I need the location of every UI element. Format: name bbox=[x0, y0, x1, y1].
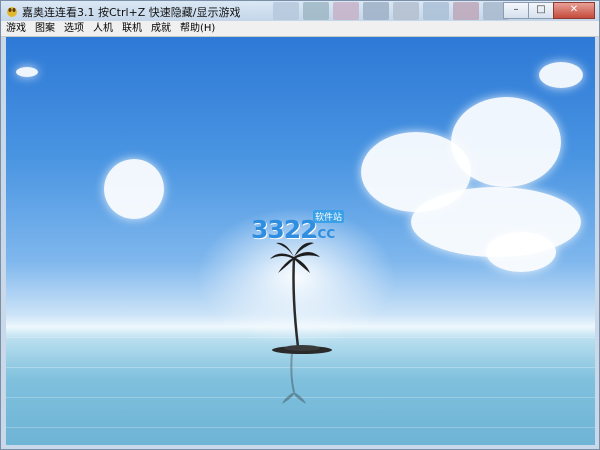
menu-options[interactable]: 选项 bbox=[59, 21, 88, 36]
menu-achievements[interactable]: 成就 bbox=[146, 21, 175, 36]
menu-bar: 游戏 图案 选项 人机 联机 成就 帮助(H) bbox=[1, 21, 599, 37]
title-thumbnails bbox=[273, 1, 509, 21]
logo-domain: .CC bbox=[313, 227, 336, 241]
thumbnail bbox=[393, 2, 419, 20]
maximize-icon: □ bbox=[536, 4, 546, 15]
palm-reflection bbox=[282, 352, 306, 404]
game-background[interactable]: 3322 软件站 .CC bbox=[6, 37, 595, 445]
maximize-button[interactable]: □ bbox=[528, 2, 554, 19]
thumbnail bbox=[453, 2, 479, 20]
cloud bbox=[16, 67, 38, 77]
palm-tree-icon bbox=[270, 242, 320, 348]
minimize-icon: – bbox=[513, 4, 519, 15]
water-ripple bbox=[6, 427, 595, 428]
cloud bbox=[451, 97, 561, 187]
menu-vs-computer[interactable]: 人机 bbox=[88, 21, 117, 36]
logo-number: 3322 bbox=[251, 215, 318, 244]
thumbnail bbox=[303, 2, 329, 20]
title-bar[interactable]: 嘉奥连连看3.1 按Ctrl+Z 快速隐藏/显示游戏 – □ ✕ bbox=[1, 1, 599, 21]
thumbnail bbox=[363, 2, 389, 20]
cloud bbox=[104, 159, 164, 219]
minimize-button[interactable]: – bbox=[503, 2, 529, 19]
menu-game[interactable]: 游戏 bbox=[1, 21, 30, 36]
watermark-logo: 3322 软件站 .CC bbox=[249, 207, 359, 249]
cloud bbox=[539, 62, 583, 88]
menu-online[interactable]: 联机 bbox=[117, 21, 146, 36]
close-button[interactable]: ✕ bbox=[553, 2, 595, 19]
window-title: 嘉奥连连看3.1 按Ctrl+Z 快速隐藏/显示游戏 bbox=[22, 6, 241, 19]
menu-help[interactable]: 帮助(H) bbox=[175, 21, 219, 36]
thumbnail bbox=[273, 2, 299, 20]
close-icon: ✕ bbox=[569, 4, 579, 15]
window-controls: – □ ✕ bbox=[503, 2, 595, 19]
cloud bbox=[486, 232, 556, 272]
thumbnail bbox=[423, 2, 449, 20]
app-icon bbox=[7, 7, 17, 17]
app-window: 嘉奥连连看3.1 按Ctrl+Z 快速隐藏/显示游戏 – □ ✕ 游戏 图案 选… bbox=[0, 0, 600, 450]
logo-badge: 软件站 bbox=[313, 210, 345, 223]
menu-pattern[interactable]: 图案 bbox=[30, 21, 59, 36]
thumbnail bbox=[333, 2, 359, 20]
